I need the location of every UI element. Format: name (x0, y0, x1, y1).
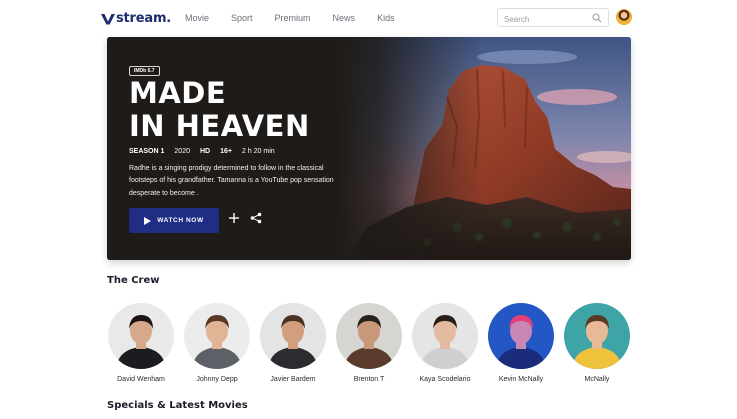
logo-v-icon (101, 13, 115, 24)
watch-now-label: WATCH NOW (157, 217, 204, 224)
crew-member-photo (336, 303, 402, 369)
crew-member-photo (260, 303, 326, 369)
hero-banner: IMDb 6.7 MADE IN HEAVEN SEASON 1 2020 HD… (107, 37, 631, 260)
search-icon[interactable] (592, 13, 602, 23)
crew-member[interactable]: Johnny Depp (183, 303, 251, 383)
quality-label: HD (199, 148, 211, 155)
nav-item-news[interactable]: News (333, 13, 356, 23)
crew-member[interactable]: McNally (563, 303, 631, 383)
user-avatar[interactable] (616, 9, 632, 25)
crew-member-name: Johnny Depp (196, 376, 238, 383)
search-box (497, 8, 609, 28)
crew-member-photo (488, 303, 554, 369)
season-label: SEASON 1 (129, 148, 165, 155)
crew-member-name: Kevin McNally (498, 376, 544, 383)
hero-meta: SEASON 1 2020 HD 16+ 2 h 20 min (129, 148, 275, 155)
nav-item-premium[interactable]: Premium (275, 13, 311, 23)
hero-title: MADE IN HEAVEN (129, 77, 389, 143)
main-nav: Movie Sport Premium News Kids (185, 13, 417, 23)
crew-member[interactable]: Kaya Scodelario (411, 303, 479, 383)
hero-title-line-2: IN HEAVEN (129, 109, 310, 143)
search-input[interactable] (498, 11, 586, 28)
plus-icon[interactable] (228, 212, 240, 224)
crew-member-name: David Wenham (117, 376, 165, 383)
crew-member-photo (184, 303, 250, 369)
crew-member-name: Javier Bardem (270, 376, 316, 383)
year-label: 2020 (174, 148, 190, 155)
crew-member-name: McNally (584, 376, 610, 383)
nav-item-movie[interactable]: Movie (185, 13, 209, 23)
crew-member-photo (412, 303, 478, 369)
top-bar: stream. Movie Sport Premium News Kids (0, 0, 737, 36)
share-icon[interactable] (250, 212, 262, 224)
play-icon (144, 216, 152, 225)
rating-badge: IMDb 6.7 (129, 66, 160, 76)
duration-label: 2 h 20 min (241, 148, 275, 155)
crew-member-name: Brenton T (353, 376, 385, 383)
crew-member[interactable]: Javier Bardem (259, 303, 327, 383)
age-rating-label: 16+ (220, 148, 232, 155)
crew-list: David Wenham Johnny Depp Javier Bardem Bren… (107, 303, 631, 393)
brand-logo[interactable]: stream. (101, 11, 171, 26)
nav-item-kids[interactable]: Kids (377, 13, 395, 23)
specials-section-title: Specials & Latest Movies (107, 400, 248, 411)
watch-now-button[interactable]: WATCH NOW (129, 208, 219, 233)
crew-section-title: The Crew (107, 275, 160, 286)
crew-member-photo (564, 303, 630, 369)
hero-title-line-1: MADE (129, 76, 227, 110)
hero-description: Radhe is a singing prodigy determined to… (129, 165, 334, 197)
nav-item-sport[interactable]: Sport (231, 13, 253, 23)
brand-name: stream. (116, 11, 172, 26)
crew-member[interactable]: David Wenham (107, 303, 175, 383)
crew-member[interactable]: Kevin McNally (487, 303, 555, 383)
crew-member[interactable]: Brenton T (335, 303, 403, 383)
crew-member-photo (108, 303, 174, 369)
crew-member-name: Kaya Scodelario (419, 376, 471, 383)
